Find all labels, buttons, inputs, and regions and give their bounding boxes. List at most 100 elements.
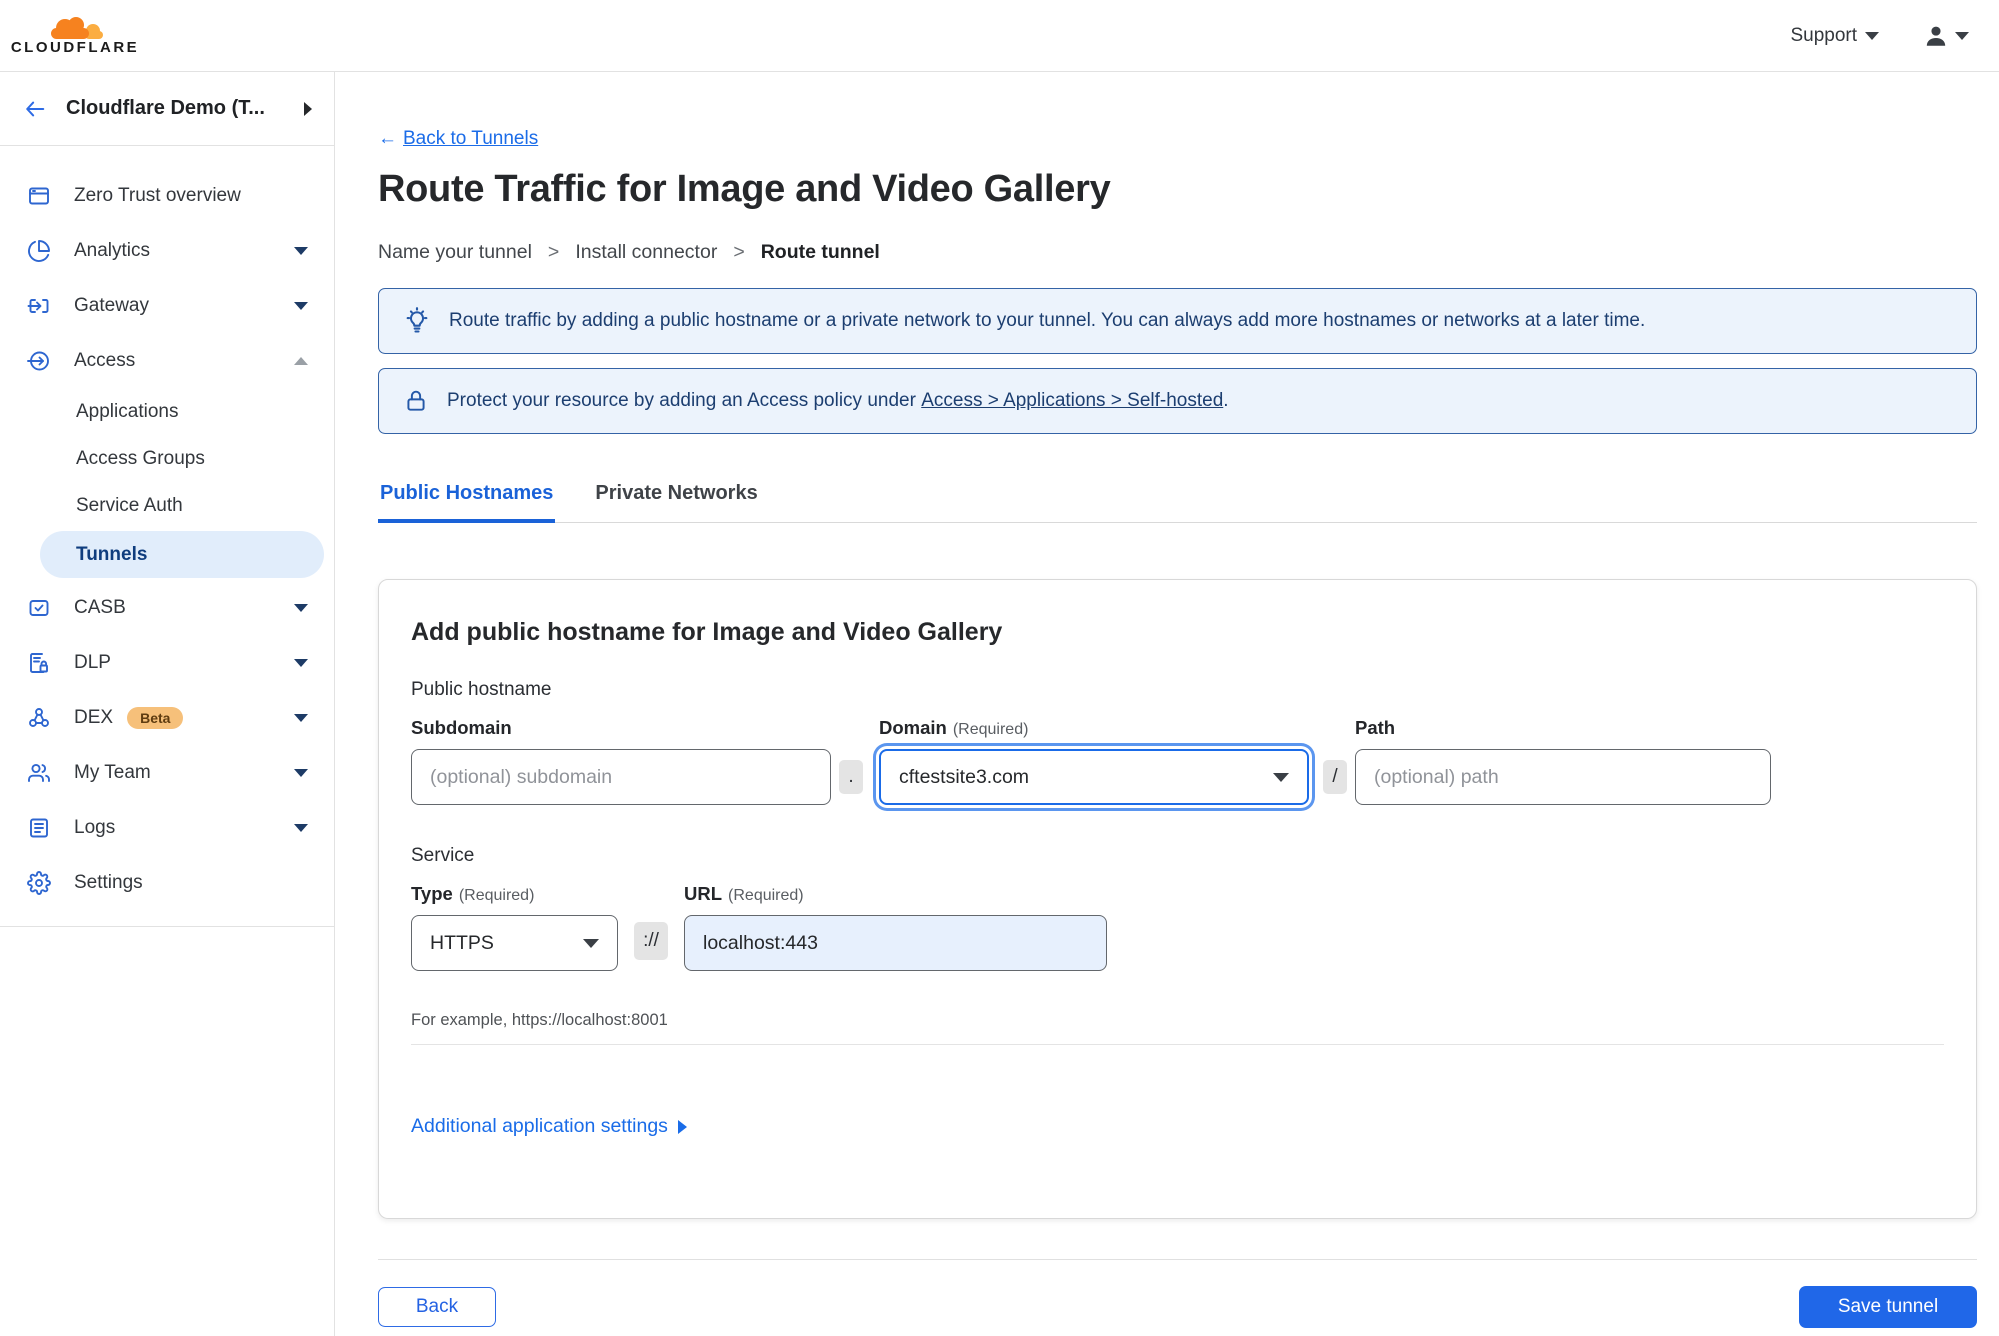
- path-field-group: Path: [1355, 717, 1771, 805]
- service-field-row: Type (Required) HTTPS :// URL (Required): [411, 883, 1944, 971]
- service-type-label: Type (Required): [411, 883, 535, 904]
- scheme-separator: ://: [634, 922, 668, 960]
- sidebar-item-gateway[interactable]: Gateway: [0, 278, 334, 333]
- sidebar-item-tunnels[interactable]: Tunnels: [40, 531, 324, 578]
- path-label: Path: [1355, 717, 1396, 738]
- sidebar-item-label: DLP: [74, 651, 111, 673]
- sidebar-item-label: Analytics: [74, 239, 151, 261]
- chevron-up-icon: [294, 356, 308, 365]
- sidebar-item-settings[interactable]: Settings: [0, 855, 334, 910]
- lightbulb-icon: [406, 307, 428, 333]
- window-icon: [26, 183, 52, 209]
- sidebar-subitem-label: Access Groups: [76, 447, 205, 469]
- hostname-field-row: Subdomain . Domain(Required) cftestsite3…: [411, 717, 1944, 805]
- main-content: ← Back to Tunnels Route Traffic for Imag…: [335, 72, 1999, 1336]
- service-section-label: Service: [411, 845, 475, 866]
- subdomain-field-group: Subdomain: [411, 717, 831, 805]
- sidebar-item-label: Gateway: [74, 294, 149, 316]
- user-icon: [1926, 26, 1946, 46]
- gear-icon: [26, 870, 52, 896]
- access-icon: [26, 348, 52, 374]
- chevron-right-icon: [677, 1119, 687, 1134]
- document-lock-icon: [26, 650, 52, 676]
- chevron-down-icon: [1865, 31, 1879, 40]
- sidebar-item-label: CASB: [74, 596, 126, 618]
- back-to-tunnels-link[interactable]: ← Back to Tunnels: [378, 128, 538, 150]
- path-input[interactable]: [1355, 749, 1771, 805]
- service-url-label: URL (Required): [684, 883, 804, 904]
- back-arrow-icon[interactable]: [22, 98, 48, 120]
- service-url-field-group: URL (Required): [684, 883, 1107, 971]
- sidebar-item-service-auth[interactable]: Service Auth: [0, 482, 334, 529]
- sidebar-item-dex[interactable]: DEX Beta: [0, 690, 334, 745]
- domain-label: Domain (Required): [879, 717, 1029, 738]
- sidebar-item-logs[interactable]: Logs: [0, 800, 334, 855]
- step-route-tunnel: Route tunnel: [760, 241, 880, 263]
- list-document-icon: [26, 815, 52, 841]
- sidebar-item-zero-trust-overview[interactable]: Zero Trust overview: [0, 168, 334, 223]
- sidebar-account-header[interactable]: Cloudflare Demo (T...: [0, 72, 334, 146]
- account-menu[interactable]: [1923, 23, 1969, 49]
- card-divider: [411, 1044, 1944, 1045]
- step-name-your-tunnel[interactable]: Name your tunnel: [378, 241, 532, 264]
- public-hostname-section-label: Public hostname: [411, 679, 552, 700]
- service-url-input[interactable]: [684, 915, 1107, 971]
- required-hint: (Required): [728, 887, 804, 904]
- save-tunnel-button[interactable]: Save tunnel: [1799, 1286, 1977, 1328]
- sidebar-item-label: Access: [74, 349, 136, 371]
- url-example-hint: For example, https://localhost:8001: [411, 1011, 668, 1029]
- chevron-down-icon: [294, 768, 308, 777]
- back-arrow-icon: ←: [378, 128, 397, 149]
- domain-select-value: cftestsite3.com: [899, 765, 1030, 788]
- cloudflare-wordmark: CLOUDFLARE: [10, 39, 140, 56]
- sidebar-item-applications[interactable]: Applications: [0, 388, 334, 435]
- sidebar-subitem-label: Tunnels: [76, 543, 148, 565]
- step-install-connector[interactable]: Install connector: [575, 241, 717, 264]
- route-traffic-info-banner: Route traffic by adding a public hostnam…: [378, 288, 1977, 354]
- chevron-down-icon: [294, 246, 308, 255]
- access-applications-self-hosted-link[interactable]: Access > Applications > Self-hosted: [921, 390, 1223, 411]
- required-hint: (Required): [458, 887, 535, 904]
- service-type-value: HTTPS: [430, 931, 494, 954]
- back-link-label: Back to Tunnels: [403, 128, 539, 149]
- dot-separator: .: [839, 760, 863, 794]
- additional-application-settings-toggle[interactable]: Additional application settings: [411, 1115, 687, 1138]
- casb-check-icon: [26, 595, 52, 621]
- chevron-right-icon: [304, 101, 312, 116]
- sidebar-item-access[interactable]: Access: [0, 333, 334, 388]
- beta-badge: Beta: [127, 706, 184, 729]
- sidebar-item-access-groups[interactable]: Access Groups: [0, 435, 334, 482]
- service-type-select[interactable]: HTTPS: [411, 915, 618, 971]
- required-hint: (Required): [952, 721, 1029, 738]
- sidebar-item-label: My Team: [74, 761, 151, 783]
- chevron-down-icon: [294, 603, 308, 612]
- support-menu[interactable]: Support: [1790, 25, 1879, 47]
- subdomain-input[interactable]: [411, 749, 831, 805]
- sidebar-item-analytics[interactable]: Analytics: [0, 223, 334, 278]
- domain-select[interactable]: cftestsite3.com: [879, 749, 1309, 805]
- card-heading: Add public hostname for Image and Video …: [411, 618, 1003, 646]
- sidebar-item-my-team[interactable]: My Team: [0, 745, 334, 800]
- page-title: Route Traffic for Image and Video Galler…: [378, 168, 1111, 210]
- lock-icon: [407, 390, 425, 411]
- tab-private-networks[interactable]: Private Networks: [593, 482, 759, 523]
- service-type-field-group: Type (Required) HTTPS: [411, 883, 618, 971]
- topbar-right: Support: [1790, 23, 1969, 49]
- sidebar-item-casb[interactable]: CASB: [0, 580, 334, 635]
- tab-public-hostnames[interactable]: Public Hostnames: [378, 482, 556, 523]
- back-button[interactable]: Back: [378, 1287, 496, 1327]
- footer-actions: Back Save tunnel: [378, 1286, 1977, 1328]
- step-separator: >: [547, 241, 560, 263]
- chevron-down-icon: [294, 823, 308, 832]
- sidebar-item-label: Zero Trust overview: [74, 184, 241, 206]
- sidebar: Cloudflare Demo (T... Zero Trust overvie…: [0, 72, 335, 1336]
- network-nodes-icon: [26, 705, 52, 731]
- gateway-icon: [26, 293, 52, 319]
- banner-text: Protect your resource by adding an Acces…: [447, 390, 1229, 411]
- chevron-down-icon: [1273, 772, 1289, 782]
- tab-bar: Public Hostnames Private Networks: [378, 482, 1977, 523]
- sidebar-item-dlp[interactable]: DLP: [0, 635, 334, 690]
- footer-divider: [378, 1259, 1977, 1260]
- sidebar-item-label: DEX Beta: [74, 706, 272, 729]
- cloudflare-logo: CLOUDFLARE: [11, 15, 137, 56]
